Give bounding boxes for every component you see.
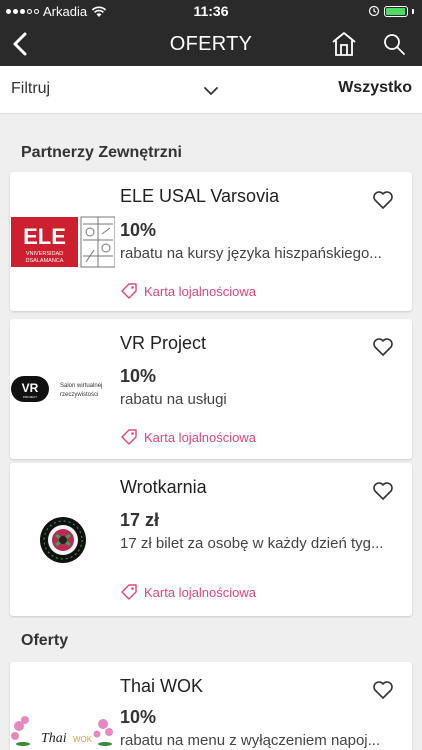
offer-card[interactable]: VR PROJECT Salon wirtualnej rzeczywistoś… (10, 319, 412, 459)
offer-logo: Thai WOK (10, 662, 116, 750)
heart-icon[interactable] (372, 680, 394, 700)
offer-card[interactable]: Wrotkarnia 17 zł 17 zł bilet za osobę w … (10, 463, 412, 616)
logo-thai-subtext: WOK (73, 735, 93, 744)
heart-icon[interactable] (372, 337, 394, 357)
offer-description: 17 zł bilet za osobę w każdy dzień tyg..… (120, 535, 384, 552)
offer-description: rabatu na kursy języka hiszpańskiego... (120, 245, 382, 262)
clock: 11:36 (193, 3, 229, 19)
offer-name: ELE USAL Varsovia (120, 186, 280, 206)
tag-icon (121, 429, 137, 445)
offer-description: rabatu na menu z wyłączeniem napoj... (120, 732, 381, 749)
section-title: Oferty (21, 632, 69, 649)
battery-status (368, 5, 414, 17)
logo-ele-subtext-1: VNIVERSIDAD (26, 251, 63, 257)
offer-logo: ELE VNIVERSIDAD DSALAMANCA (10, 172, 116, 311)
logo-vr-side-1: Salon wirtualnej (60, 383, 102, 389)
loyalty-card-tag: Karta lojalnościowa (120, 282, 256, 300)
logo-vr-subtext: PROJECT (23, 395, 37, 399)
offer-amount: 10% (120, 707, 157, 727)
battery-icon (384, 5, 408, 17)
offer-logo: VR PROJECT Salon wirtualnej rzeczywistoś… (10, 319, 116, 459)
offer-description: rabatu na usługi (120, 391, 227, 408)
tag-label: Karta lojalnościowa (144, 584, 257, 600)
offer-card[interactable]: ELE VNIVERSIDAD DSALAMANCA ELE USAL Vars… (10, 172, 412, 311)
page-title: OFERTY (169, 33, 253, 55)
offer-logo (10, 463, 116, 616)
tag-icon (121, 283, 137, 299)
logo-vr-side-2: rzeczywistości (60, 392, 98, 398)
offer-card[interactable]: Thai WOK Thai WOK 10% rabatu na menu z w… (10, 662, 412, 750)
nav-bar: OFERTY (0, 22, 422, 66)
filter-label: Filtruj (11, 80, 51, 97)
filter-value[interactable]: Wszystko (338, 79, 412, 97)
offer-name: VR Project (120, 333, 207, 353)
chevron-down-icon[interactable] (202, 82, 220, 100)
tag-icon (121, 584, 137, 600)
section-title: Partnerzy Zewnętrzni (21, 144, 182, 161)
home-icon[interactable] (330, 30, 358, 58)
logo-ele-subtext-2: DSALAMANCA (26, 258, 64, 264)
logo-vr-text: VR (22, 381, 39, 395)
alarm-icon (368, 5, 380, 17)
heart-icon[interactable] (372, 190, 394, 210)
loyalty-card-tag: Karta lojalnościowa (120, 583, 256, 601)
offer-amount: 10% (120, 220, 157, 240)
search-icon[interactable] (380, 30, 408, 58)
offer-name: Wrotkarnia (120, 477, 207, 497)
offer-amount: 10% (120, 366, 157, 386)
filter-bar[interactable]: Filtruj Wszystko (0, 66, 422, 114)
offer-amount: 17 zł (120, 510, 160, 530)
logo-ele-text: ELE (23, 224, 66, 249)
offer-name: Thai WOK (120, 676, 204, 696)
status-bar: Arkadia 11:36 (0, 0, 422, 22)
tag-label: Karta lojalnościowa (144, 283, 257, 299)
loyalty-card-tag: Karta lojalnościowa (120, 428, 256, 446)
tag-label: Karta lojalnościowa (144, 429, 257, 445)
logo-thai-text: Thai (41, 731, 67, 746)
heart-icon[interactable] (372, 481, 394, 501)
